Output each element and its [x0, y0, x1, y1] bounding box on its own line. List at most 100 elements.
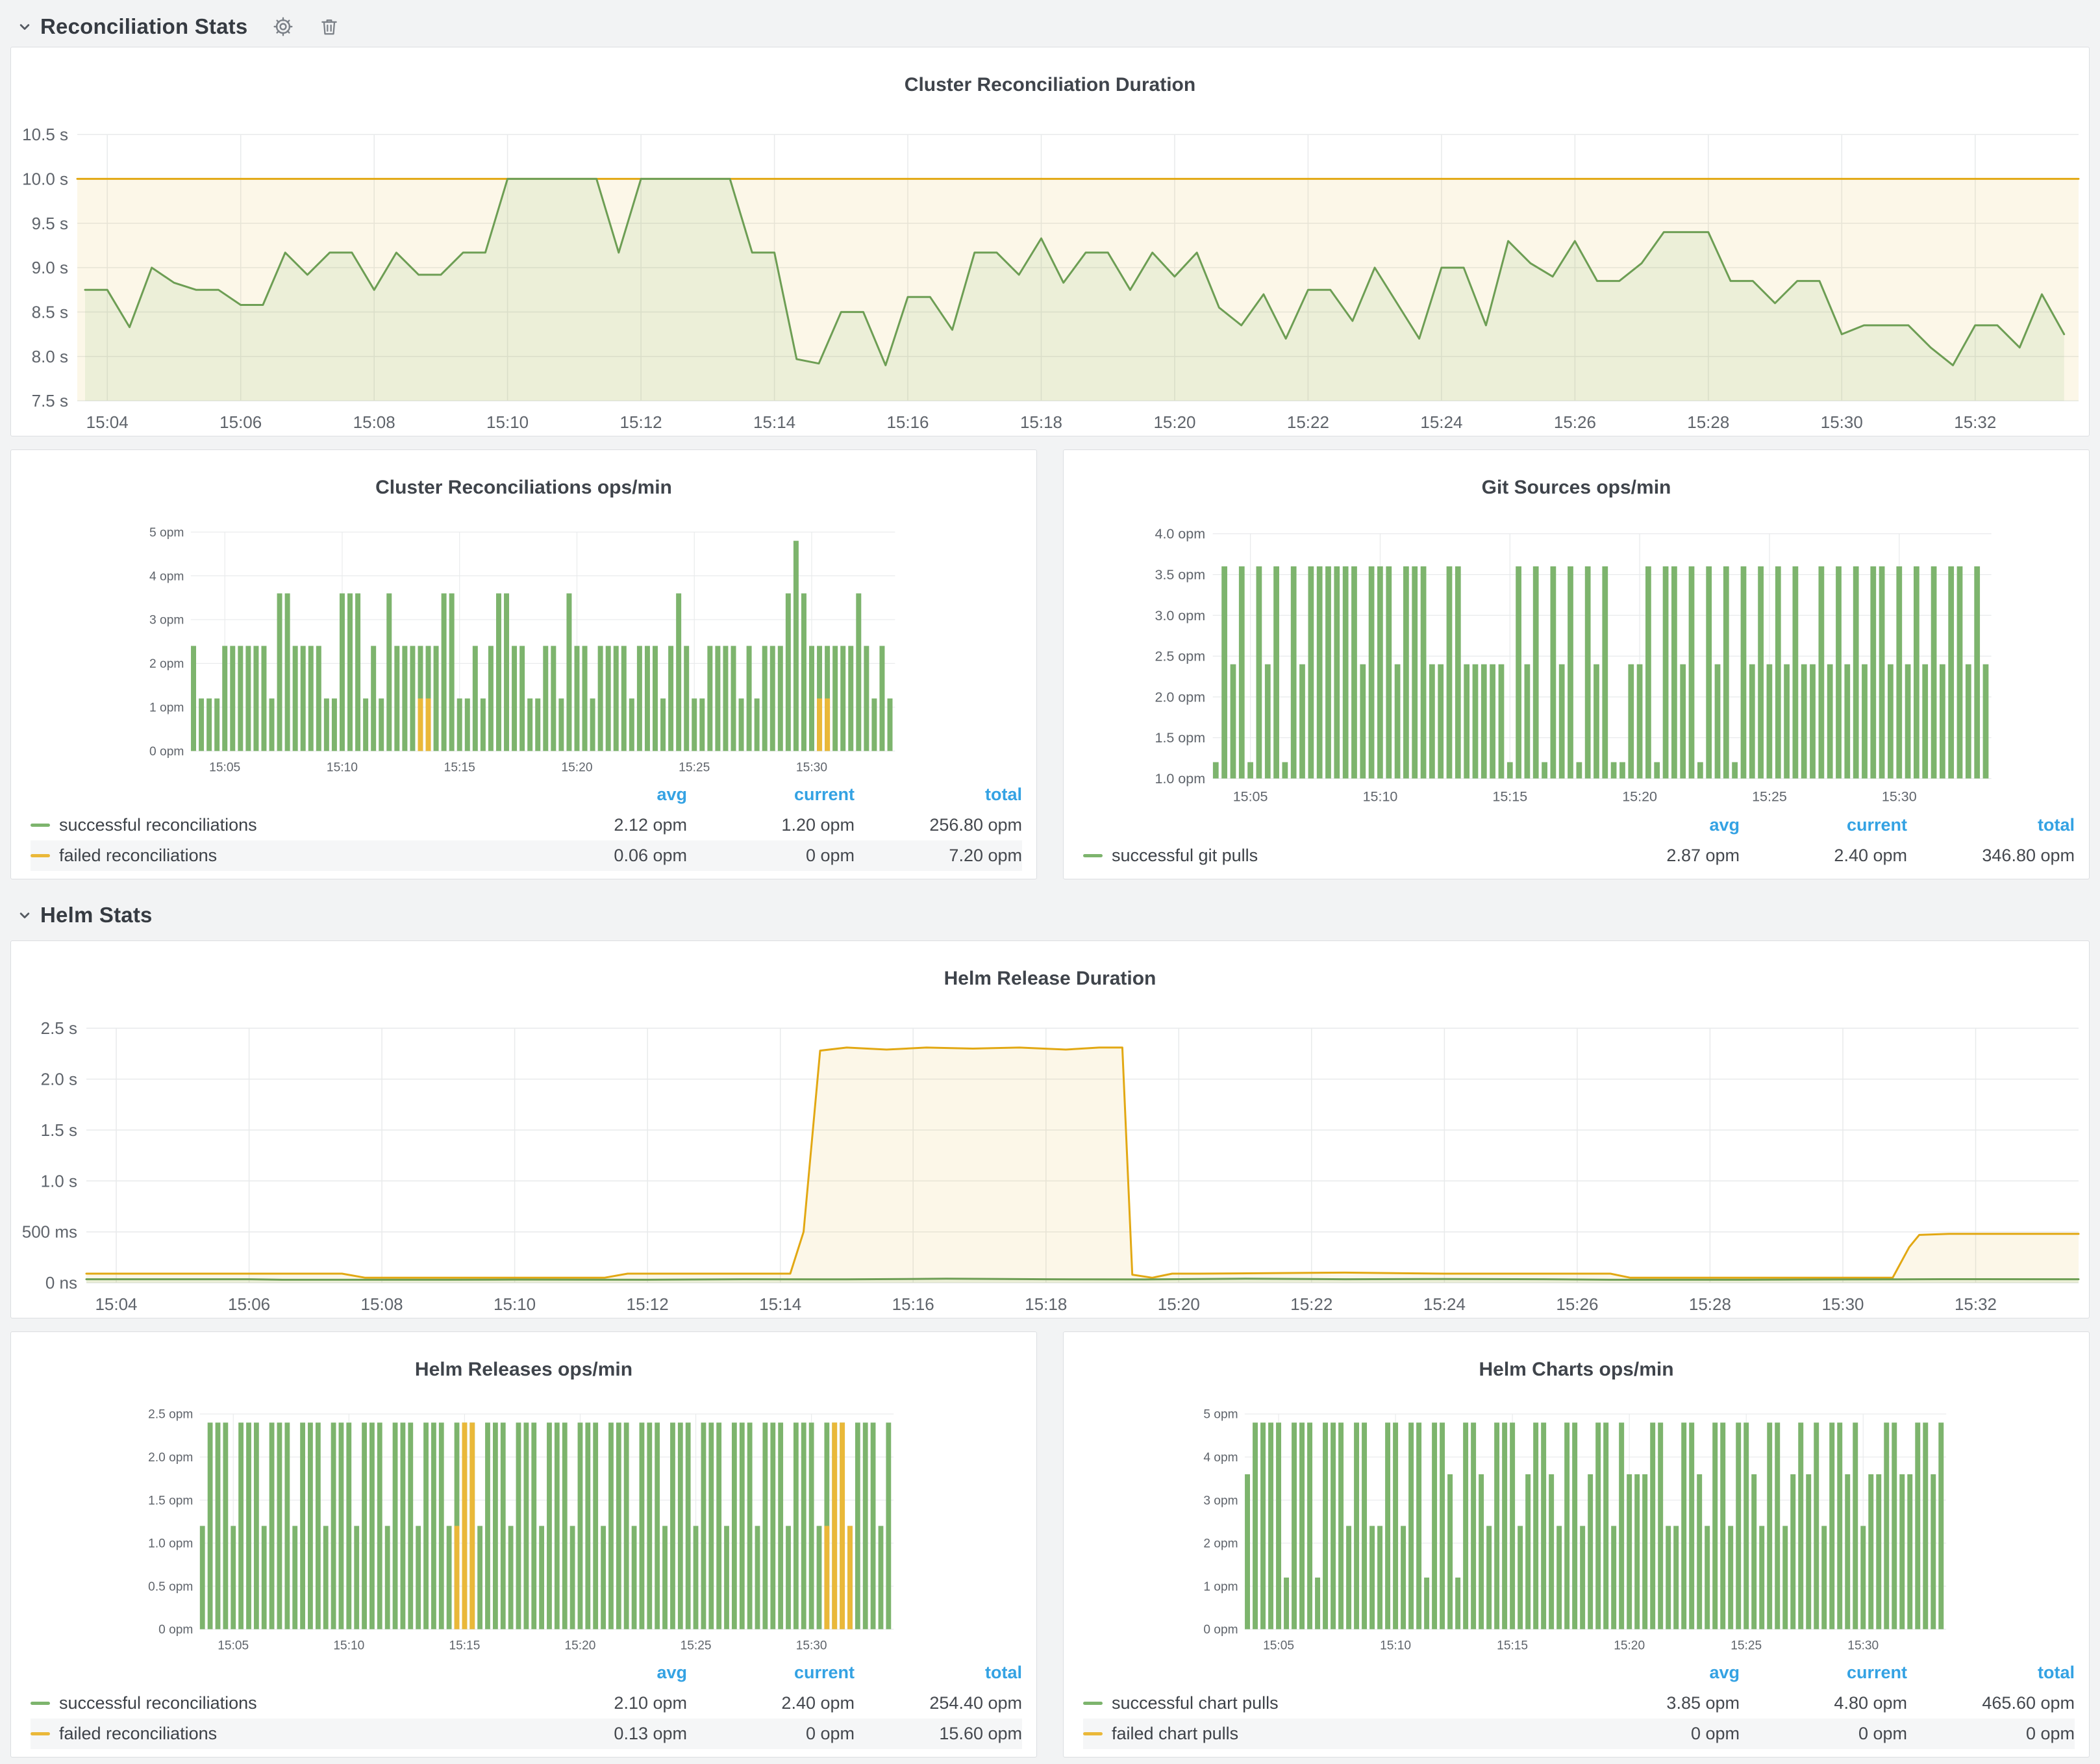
svg-text:15:15: 15:15 [449, 1639, 480, 1652]
chart-area: 7.5 s8.0 s8.5 s9.0 s9.5 s10.0 s10.5 s15:… [11, 115, 2089, 436]
chart-area: 0 ns500 ms1.0 s1.5 s2.0 s2.5 s15:0415:06… [11, 1009, 2089, 1318]
svg-text:8.0 s: 8.0 s [32, 347, 68, 366]
section-header-reconciliation-stats[interactable]: Reconciliation Stats [10, 6, 2090, 47]
chart-area: 0 opm1 opm2 opm3 opm4 opm5 opm15:0515:10… [1064, 1400, 2089, 1655]
series-label[interactable]: failed chart pulls [1112, 1724, 1238, 1744]
svg-text:15:05: 15:05 [209, 761, 240, 774]
series-label[interactable]: failed reconciliations [59, 1724, 217, 1744]
series-label[interactable]: failed reconciliations [59, 846, 217, 866]
cluster-reconciliation-duration-chart[interactable]: 7.5 s8.0 s8.5 s9.0 s9.5 s10.0 s10.5 s15:… [11, 115, 2089, 436]
legend-column-total[interactable]: total [1907, 815, 2075, 835]
svg-text:15:30: 15:30 [1821, 1294, 1864, 1314]
section-title: Helm Stats [40, 903, 153, 927]
svg-text:15:25: 15:25 [679, 761, 710, 774]
svg-text:1.0 opm: 1.0 opm [1155, 771, 1206, 787]
series-swatch [1083, 1732, 1103, 1735]
svg-text:1.0 opm: 1.0 opm [148, 1537, 193, 1550]
svg-text:15:30: 15:30 [1847, 1639, 1879, 1652]
svg-text:0 opm: 0 opm [149, 745, 184, 759]
panel-title-helm-releases-opm[interactable]: Helm Releases ops/min [11, 1348, 1036, 1383]
svg-text:8.5 s: 8.5 s [32, 302, 68, 321]
svg-text:1 opm: 1 opm [1203, 1580, 1238, 1594]
panel-title-git-sources-opm[interactable]: Git Sources ops/min [1064, 466, 2089, 501]
gear-icon[interactable] [272, 16, 294, 38]
svg-text:15:04: 15:04 [86, 412, 129, 432]
legend-column-current[interactable]: current [1740, 1663, 1907, 1683]
svg-text:5 opm: 5 opm [1203, 1407, 1238, 1421]
svg-text:15:16: 15:16 [886, 412, 929, 432]
legend-row: failed reconciliations0.06 opm0 opm7.20 … [31, 840, 1022, 871]
svg-text:0 ns: 0 ns [45, 1273, 77, 1292]
chevron-down-icon [16, 906, 34, 924]
trash-icon[interactable] [319, 16, 340, 37]
helm-charts-opm-chart[interactable]: 0 opm1 opm2 opm3 opm4 opm5 opm15:0515:10… [1064, 1400, 2089, 1655]
panel-title-helm-release-duration[interactable]: Helm Release Duration [11, 957, 2089, 992]
svg-text:15:08: 15:08 [361, 1294, 403, 1314]
legend-value: 2.40 opm [687, 1693, 855, 1713]
series-label[interactable]: successful git pulls [1112, 846, 1258, 866]
legend-value: 15.60 opm [855, 1724, 1022, 1744]
chevron-down-icon [16, 18, 34, 36]
svg-text:4 opm: 4 opm [1203, 1451, 1238, 1465]
series-label[interactable]: successful chart pulls [1112, 1693, 1279, 1713]
panel-title-cluster-reconciliation-duration[interactable]: Cluster Reconciliation Duration [11, 64, 2089, 99]
panel-title-helm-charts-opm[interactable]: Helm Charts ops/min [1064, 1348, 2089, 1383]
panel-helm-release-duration: Helm Release Duration 0 ns500 ms1.0 s1.5… [10, 940, 2090, 1318]
svg-text:15:18: 15:18 [1020, 412, 1062, 432]
svg-text:15:05: 15:05 [218, 1639, 249, 1652]
svg-text:2.5 s: 2.5 s [41, 1018, 77, 1038]
legend-row: successful reconciliations2.10 opm2.40 o… [31, 1688, 1022, 1719]
svg-text:2.5 opm: 2.5 opm [1155, 648, 1206, 664]
legend-column-total[interactable]: total [1907, 1663, 2075, 1683]
legend-value: 0 opm [687, 1724, 855, 1744]
svg-text:15:06: 15:06 [228, 1294, 270, 1314]
series-label[interactable]: successful reconciliations [59, 1693, 257, 1713]
chart-area: 0 opm0.5 opm1.0 opm1.5 opm2.0 opm2.5 opm… [11, 1400, 1036, 1655]
svg-text:3 opm: 3 opm [149, 613, 184, 627]
legend-column-avg[interactable]: avg [1572, 815, 1740, 835]
svg-text:15:20: 15:20 [1614, 1639, 1645, 1652]
svg-text:10.0 s: 10.0 s [22, 169, 68, 188]
git-sources-opm-chart[interactable]: 1.0 opm1.5 opm2.0 opm2.5 opm3.0 opm3.5 o… [1064, 518, 2089, 807]
panel-cluster-reconciliation-duration: Cluster Reconciliation Duration 7.5 s8.0… [10, 47, 2090, 436]
legend-column-avg[interactable]: avg [519, 1663, 687, 1683]
svg-text:2 opm: 2 opm [149, 657, 184, 671]
legend-value: 1.20 opm [687, 815, 855, 835]
legend-column-current[interactable]: current [1740, 815, 1907, 835]
svg-text:500 ms: 500 ms [22, 1222, 77, 1241]
svg-text:15:30: 15:30 [796, 1639, 827, 1652]
svg-text:15:26: 15:26 [1556, 1294, 1598, 1314]
section-header-helm-stats[interactable]: Helm Stats [10, 895, 2090, 935]
section-title: Reconciliation Stats [40, 14, 247, 39]
svg-text:15:15: 15:15 [1492, 788, 1527, 804]
svg-text:2.0 opm: 2.0 opm [1155, 689, 1206, 705]
series-swatch [31, 824, 50, 827]
legend-column-total[interactable]: total [855, 1663, 1022, 1683]
svg-text:2 opm: 2 opm [1203, 1537, 1238, 1550]
svg-text:15:20: 15:20 [1153, 412, 1195, 432]
legend-column-total[interactable]: total [855, 785, 1022, 805]
helm-release-duration-chart[interactable]: 0 ns500 ms1.0 s1.5 s2.0 s2.5 s15:0415:06… [11, 1009, 2089, 1318]
svg-text:1.0 s: 1.0 s [41, 1171, 77, 1191]
svg-text:15:16: 15:16 [892, 1294, 934, 1314]
helm-releases-opm-chart[interactable]: 0 opm0.5 opm1.0 opm1.5 opm2.0 opm2.5 opm… [11, 1400, 1036, 1655]
legend-column-current[interactable]: current [687, 785, 855, 805]
legend-column-avg[interactable]: avg [519, 785, 687, 805]
cluster-reconciliations-opm-chart[interactable]: 0 opm1 opm2 opm3 opm4 opm5 opm15:0515:10… [11, 518, 1036, 777]
panel-helm-charts-opm: Helm Charts ops/min 0 opm1 opm2 opm3 opm… [1063, 1331, 2090, 1758]
legend-value: 254.40 opm [855, 1693, 1022, 1713]
legend-value: 465.60 opm [1907, 1693, 2075, 1713]
svg-text:4.0 opm: 4.0 opm [1155, 526, 1206, 542]
svg-text:15:32: 15:32 [1955, 1294, 1997, 1314]
legend-column-avg[interactable]: avg [1572, 1663, 1740, 1683]
panel-title-cluster-reconciliations-opm[interactable]: Cluster Reconciliations ops/min [11, 466, 1036, 501]
svg-text:15:10: 15:10 [494, 1294, 536, 1314]
svg-text:15:14: 15:14 [753, 412, 795, 432]
series-label[interactable]: successful reconciliations [59, 815, 257, 835]
legend-header-row: avgcurrenttotal [1083, 810, 2075, 840]
legend-cluster-reconciliations: avgcurrenttotal successful reconciliation… [11, 777, 1036, 879]
svg-text:1.5 opm: 1.5 opm [148, 1494, 193, 1507]
panel-helm-releases-opm: Helm Releases ops/min 0 opm0.5 opm1.0 op… [10, 1331, 1037, 1758]
legend-column-current[interactable]: current [687, 1663, 855, 1683]
series-swatch [31, 854, 50, 857]
